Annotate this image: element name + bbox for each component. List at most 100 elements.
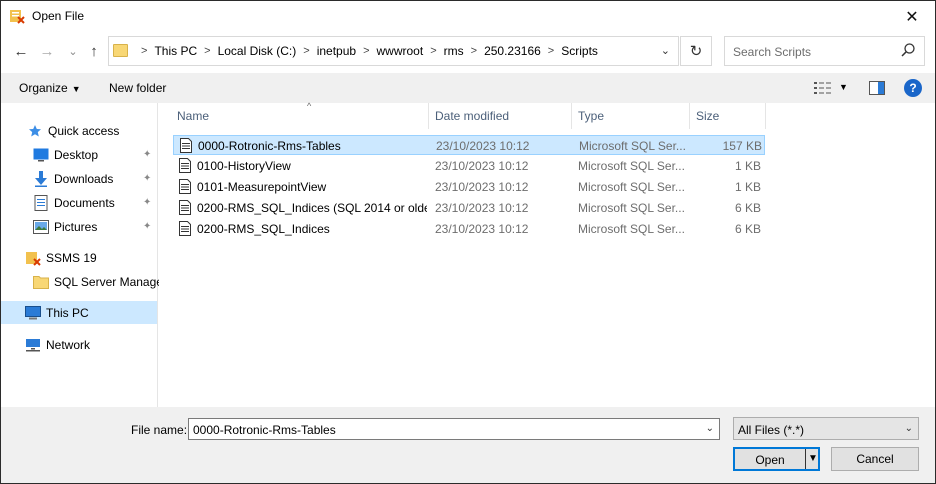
view-details-icon[interactable] xyxy=(814,81,832,95)
column-header-type[interactable]: Type xyxy=(572,103,690,129)
chevron-down-icon[interactable]: ⌄ xyxy=(706,423,714,434)
pictures-icon xyxy=(33,219,49,235)
sidebar-item-ssms-19[interactable]: SSMS 19 xyxy=(25,246,97,269)
sidebar-item-this-pc[interactable]: This PC xyxy=(1,301,157,324)
file-name-field[interactable]: 0000-Rotronic-Rms-Tables ⌄ xyxy=(188,418,720,440)
close-button[interactable]: ✕ xyxy=(889,1,935,32)
sidebar-item-quick-access[interactable]: Quick access xyxy=(27,119,119,142)
pin-icon[interactable]: ✦ xyxy=(143,221,151,232)
breadcrumb-this-pc[interactable]: This PC xyxy=(154,44,197,58)
pin-icon[interactable]: ✦ xyxy=(143,149,151,160)
forward-button[interactable]: → xyxy=(37,40,57,62)
split-divider xyxy=(805,449,806,469)
search-input[interactable]: Search Scripts xyxy=(724,36,925,66)
sql-file-icon xyxy=(179,158,191,173)
refresh-button[interactable]: ↻ xyxy=(680,36,712,66)
sidebar-item-sql-server-manage[interactable]: SQL Server Manage xyxy=(33,270,163,293)
file-row[interactable]: 0200-RMS_SQL_Indices 23/10/2023 10:12 Mi… xyxy=(173,219,765,239)
sidebar-item-label: Network xyxy=(46,337,91,352)
breadcrumb-local-disk[interactable]: Local Disk (C:) xyxy=(218,44,297,58)
open-button-label: Open xyxy=(755,453,785,467)
sidebar-item-downloads[interactable]: Downloads ✦ xyxy=(33,167,157,190)
address-history-dropdown[interactable]: ⌄ xyxy=(661,44,670,57)
file-row[interactable]: 0000-Rotronic-Rms-Tables 23/10/2023 10:1… xyxy=(173,135,765,155)
open-button[interactable]: Open ▼ xyxy=(733,447,820,471)
title-bar: Open File ✕ xyxy=(1,1,935,32)
sql-file-icon xyxy=(179,221,191,236)
file-name: 0000-Rotronic-Rms-Tables xyxy=(198,139,341,153)
desktop-icon xyxy=(33,147,49,163)
breadcrumb-separator[interactable]: > xyxy=(303,45,309,57)
command-toolbar: Organize ▼ New folder ▼ ? xyxy=(1,73,935,103)
ssms-icon xyxy=(25,250,41,266)
sidebar-item-pictures[interactable]: Pictures ✦ xyxy=(33,215,157,238)
sidebar-item-label: Pictures xyxy=(54,219,98,234)
breadcrumb-scripts[interactable]: Scripts xyxy=(561,44,598,58)
cancel-button[interactable]: Cancel xyxy=(831,447,919,471)
up-button[interactable]: ↑ xyxy=(84,40,104,62)
computer-icon xyxy=(25,305,41,321)
close-icon: ✕ xyxy=(905,8,919,26)
address-bar[interactable]: > This PC > Local Disk (C:) > inetpub > … xyxy=(108,36,679,66)
pin-icon[interactable]: ✦ xyxy=(143,197,151,208)
back-arrow-icon: ← xyxy=(13,42,29,60)
column-header-date[interactable]: Date modified xyxy=(429,103,572,129)
sidebar-item-label: Quick access xyxy=(48,123,120,138)
breadcrumb-separator[interactable]: > xyxy=(204,45,210,57)
preview-pane-icon[interactable] xyxy=(869,81,885,95)
new-folder-label: New folder xyxy=(109,81,167,95)
column-header-size[interactable]: Size xyxy=(690,103,766,129)
sidebar-item-label: This PC xyxy=(46,305,89,320)
sidebar-item-label: SSMS 19 xyxy=(46,250,97,265)
open-file-dialog: Open File ✕ ← → ⌄ ↑ > This PC > Local Di… xyxy=(0,0,936,484)
file-size: 1 KB xyxy=(734,159,761,173)
breadcrumb-separator[interactable]: > xyxy=(548,45,554,57)
pin-icon[interactable]: ✦ xyxy=(143,173,151,184)
new-folder-button[interactable]: New folder xyxy=(109,81,166,95)
chevron-down-icon: ⌄ xyxy=(904,423,913,434)
star-icon xyxy=(27,123,43,139)
sql-file-icon xyxy=(180,138,192,153)
breadcrumb-separator[interactable]: > xyxy=(471,45,477,57)
file-type-select[interactable]: All Files (*.*) ⌄ xyxy=(733,417,919,440)
breadcrumb-rms[interactable]: rms xyxy=(444,44,464,58)
help-icon[interactable]: ? xyxy=(904,79,922,97)
network-icon xyxy=(25,337,41,353)
file-row[interactable]: 0200-RMS_SQL_Indices (SQL 2014 or older)… xyxy=(173,198,765,218)
column-header-label: Size xyxy=(696,109,720,123)
view-options-dropdown[interactable]: ▼ xyxy=(839,82,848,92)
file-row[interactable]: 0100-HistoryView 23/10/2023 10:12 Micros… xyxy=(173,156,765,176)
sidebar-item-label: Desktop xyxy=(54,147,99,162)
sort-ascending-icon: ^ xyxy=(307,101,312,111)
file-date: 23/10/2023 10:12 xyxy=(435,222,529,236)
breadcrumb-separator[interactable]: > xyxy=(430,45,436,57)
column-header-label: Name xyxy=(177,109,210,123)
file-size: 157 KB xyxy=(722,139,762,153)
file-date: 23/10/2023 10:12 xyxy=(435,201,529,215)
recent-locations-button[interactable]: ⌄ xyxy=(63,40,83,62)
file-type: Microsoft SQL Ser... xyxy=(578,159,684,173)
breadcrumb-wwwroot[interactable]: wwwroot xyxy=(377,44,424,58)
file-type: Microsoft SQL Ser... xyxy=(578,201,684,215)
file-row[interactable]: 0101-MeasurepointView 23/10/2023 10:12 M… xyxy=(173,177,765,197)
sidebar-item-network[interactable]: Network xyxy=(25,333,90,356)
file-name-value: 0000-Rotronic-Rms-Tables xyxy=(193,423,336,437)
file-name: 0200-RMS_SQL_Indices (SQL 2014 or older) xyxy=(197,201,427,215)
back-button[interactable]: ← xyxy=(11,40,31,62)
column-header-label: Type xyxy=(578,109,605,123)
up-arrow-icon: ↑ xyxy=(90,42,98,60)
file-date: 23/10/2023 10:12 xyxy=(436,139,530,153)
sidebar-item-desktop[interactable]: Desktop ✦ xyxy=(33,143,157,166)
column-header-name[interactable]: Name ^ xyxy=(171,101,429,129)
breadcrumb-separator[interactable]: > xyxy=(363,45,369,57)
file-name: 0200-RMS_SQL_Indices xyxy=(197,222,330,236)
open-options-dropdown[interactable]: ▼ xyxy=(808,453,818,464)
breadcrumb-version[interactable]: 250.23166 xyxy=(484,44,541,58)
organize-button[interactable]: Organize ▼ xyxy=(19,81,81,95)
sql-file-icon xyxy=(179,179,191,194)
sidebar-item-documents[interactable]: Documents ✦ xyxy=(33,191,157,214)
navigation-pane: Quick access Desktop ✦ Downloads ✦ Docum… xyxy=(1,103,163,407)
breadcrumb-inetpub[interactable]: inetpub xyxy=(317,44,356,58)
folder-icon xyxy=(113,44,128,57)
file-size: 1 KB xyxy=(734,180,761,194)
